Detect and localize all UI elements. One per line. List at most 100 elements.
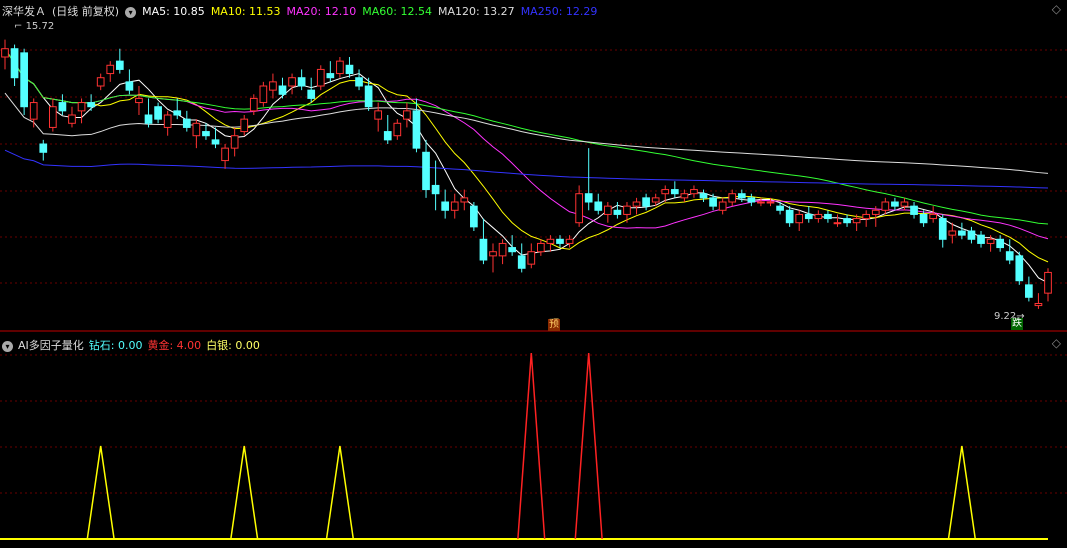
candle-body xyxy=(785,209,794,224)
candle-body xyxy=(412,110,421,149)
ma20-label: MA20: 12.10 xyxy=(286,5,357,18)
period-label[interactable]: (日线 前复权) xyxy=(52,5,119,18)
indicator-peak xyxy=(230,445,259,540)
candle-body xyxy=(460,197,469,203)
ma250-line xyxy=(4,149,1049,189)
dropdown-icon[interactable]: ▾ xyxy=(125,6,137,18)
candle-body xyxy=(613,209,622,215)
candle-body xyxy=(546,238,555,244)
candle-body xyxy=(843,218,851,224)
ma60-line xyxy=(4,48,1049,225)
candle-body xyxy=(1044,271,1052,294)
candle-body xyxy=(776,205,784,211)
candle-body xyxy=(326,73,335,79)
candle-body xyxy=(163,114,172,128)
candle-body xyxy=(10,48,19,79)
candle-body xyxy=(96,77,105,87)
candle-body xyxy=(431,184,440,195)
ma120-label: MA120: 13.27 xyxy=(437,5,515,18)
candle-body xyxy=(278,85,287,95)
candle-body xyxy=(297,77,306,87)
silver-value: 白银: 0.00 xyxy=(206,339,260,352)
candle-body xyxy=(517,255,526,269)
candle-body xyxy=(249,97,258,112)
candle-body xyxy=(651,197,660,203)
candle-body xyxy=(29,102,38,120)
candle-body xyxy=(833,222,842,225)
candle-body xyxy=(958,230,966,236)
candle-body xyxy=(1034,303,1043,307)
indicator-dropdown-icon[interactable]: ▾ xyxy=(2,340,13,352)
candle-body xyxy=(1025,284,1033,298)
candle-body xyxy=(632,201,641,207)
candle-body xyxy=(498,242,507,257)
ma5-line xyxy=(4,48,1049,284)
indicator-name[interactable]: AI多因子量化 xyxy=(18,339,84,352)
candle-body xyxy=(68,114,76,124)
candle-body xyxy=(852,218,861,224)
ma250-label: MA250: 12.29 xyxy=(520,5,598,18)
fall-signal: 跌 xyxy=(1011,318,1023,330)
ma10-label: MA10: 11.53 xyxy=(210,5,281,18)
candle-body xyxy=(603,205,612,215)
candle-body xyxy=(891,201,899,207)
indicator-peak xyxy=(574,352,603,540)
candle-body xyxy=(470,205,478,228)
candle-body xyxy=(345,64,354,75)
kline-chart[interactable] xyxy=(0,0,1067,548)
candle-body xyxy=(670,189,679,195)
candle-body xyxy=(967,230,976,240)
candle-body xyxy=(125,81,134,91)
candle-body xyxy=(795,213,804,224)
ma5-label: MA5: 10.85 xyxy=(142,5,205,18)
candle-body xyxy=(154,106,162,120)
candle-body xyxy=(240,118,249,133)
candle-body xyxy=(489,251,497,257)
candle-body xyxy=(144,114,153,124)
predict-signal: 预 xyxy=(548,319,560,331)
candle-body xyxy=(202,131,210,137)
moving-average-lines xyxy=(4,48,1049,284)
candle-body xyxy=(508,247,516,253)
candle-body xyxy=(364,85,373,108)
candle-body xyxy=(948,230,957,236)
candle-body xyxy=(383,131,392,141)
diamond-icon[interactable]: ◇ xyxy=(1052,2,1061,16)
high-price-label: ⌐ 15.72 xyxy=(14,21,55,32)
candle-body xyxy=(20,52,28,108)
candle-body xyxy=(211,139,220,145)
candle-body xyxy=(403,110,411,120)
indicator-peak xyxy=(517,352,546,540)
candle-body xyxy=(565,238,574,244)
stock-name[interactable]: 深华发Ａ xyxy=(2,5,46,18)
high-price-value: 15.72 xyxy=(25,21,55,32)
candle-body xyxy=(135,97,143,104)
candle-body xyxy=(479,238,488,261)
candle-body xyxy=(747,197,756,203)
candle-body xyxy=(269,81,277,91)
candle-body xyxy=(919,213,928,224)
candle-body xyxy=(699,193,708,199)
candle-body xyxy=(814,213,823,220)
candle-body xyxy=(938,218,947,240)
candle-body xyxy=(977,234,985,244)
ma60-label: MA60: 12.54 xyxy=(362,5,432,18)
candle-body xyxy=(221,147,229,162)
indicator-corner-icon[interactable]: ◇ xyxy=(1052,336,1061,350)
candle-body xyxy=(182,118,191,128)
candle-body xyxy=(173,110,182,116)
candle-body xyxy=(307,89,316,99)
candle-body xyxy=(804,213,813,220)
candle-body xyxy=(316,68,325,87)
candle-body xyxy=(862,213,871,220)
diamond-value: 钻石: 0.00 xyxy=(88,339,143,352)
candle-body xyxy=(910,205,918,215)
candle-body xyxy=(728,193,737,203)
candle-body xyxy=(336,60,344,75)
candle-body xyxy=(575,193,583,224)
chart-header: 深华发Ａ (日线 前复权) ▾ MA5: 10.85 MA10: 11.53 MA20: … xyxy=(2,3,603,19)
candle-body xyxy=(871,209,880,215)
candle-body xyxy=(1015,255,1024,282)
candle-body xyxy=(230,135,239,149)
candle-body xyxy=(58,102,67,112)
